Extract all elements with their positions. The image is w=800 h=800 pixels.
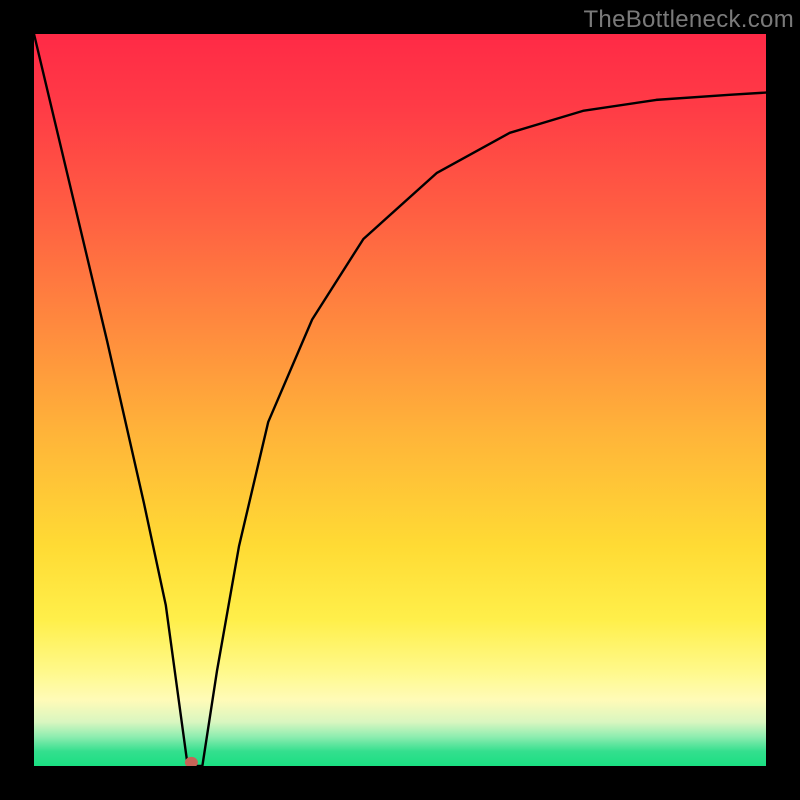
minimum-marker <box>185 757 198 766</box>
bottleneck-curve <box>34 34 766 766</box>
curve-line <box>34 34 766 766</box>
plot-area <box>34 34 766 766</box>
watermark-text: TheBottleneck.com <box>583 6 794 34</box>
chart-frame: TheBottleneck.com <box>0 0 800 800</box>
